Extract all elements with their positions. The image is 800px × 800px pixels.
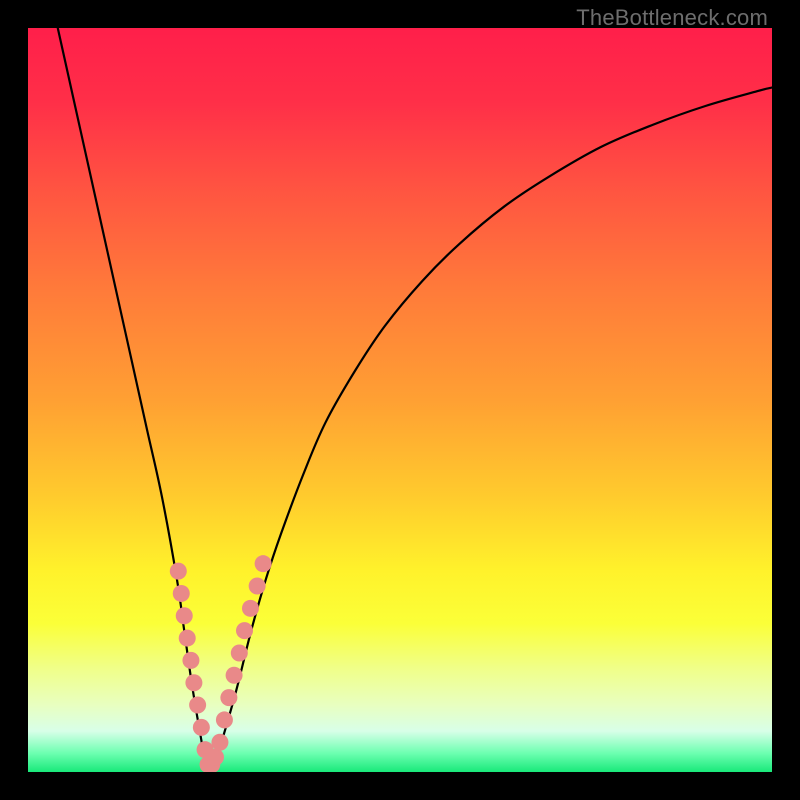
watermark-text: TheBottleneck.com <box>576 5 768 31</box>
marker-dot <box>207 749 224 766</box>
marker-dot <box>170 563 187 580</box>
marker-dot <box>189 697 206 714</box>
marker-dot <box>226 667 243 684</box>
marker-dot <box>185 674 202 691</box>
marker-dot <box>255 555 272 572</box>
marker-dot <box>211 734 228 751</box>
marker-dot <box>220 689 237 706</box>
marker-dot <box>236 622 253 639</box>
plot-area <box>28 28 772 772</box>
marker-dot <box>182 652 199 669</box>
marker-dot <box>231 644 248 661</box>
curve-layer <box>28 28 772 772</box>
marker-dot <box>242 600 259 617</box>
chart-frame <box>28 28 772 772</box>
marker-dot <box>216 711 233 728</box>
marker-dot <box>249 578 266 595</box>
marker-dot <box>173 585 190 602</box>
marker-dot <box>179 630 196 647</box>
marker-dot <box>176 607 193 624</box>
marker-cluster <box>170 555 272 772</box>
bottleneck-curve <box>58 28 772 769</box>
marker-dot <box>193 719 210 736</box>
